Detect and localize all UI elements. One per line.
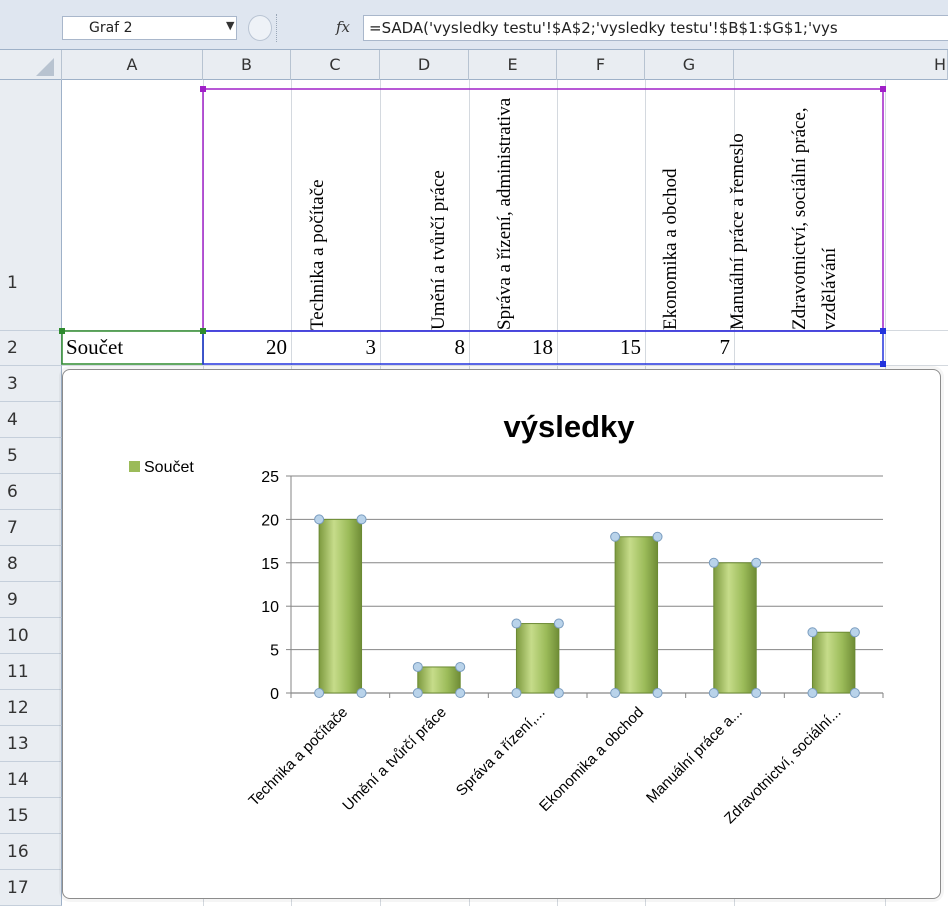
row-header-11[interactable]: 11 — [0, 654, 62, 690]
y-tick-label: 5 — [270, 643, 279, 660]
row-header-4[interactable]: 4 — [0, 402, 62, 438]
row-header-5[interactable]: 5 — [0, 438, 62, 474]
y-tick-label: 0 — [270, 686, 279, 703]
selection-handle[interactable] — [412, 661, 423, 672]
cell-f1[interactable]: Manuální práce a řemeslo — [667, 84, 755, 330]
cell-b2[interactable]: 20 — [203, 331, 291, 364]
row-header-3[interactable]: 3 — [0, 366, 62, 402]
y-tick-label: 10 — [261, 599, 279, 616]
column-headers: A B C D E F G H — [0, 49, 948, 80]
selection-handle[interactable] — [455, 661, 466, 672]
heading-sprava: Správa a řízení, administrativa — [494, 97, 515, 330]
x-tick-label: Správa a řízení,... — [453, 704, 549, 800]
chart[interactable]: výsledky Součet 0 5 10 15 20 25 Technika a poč… — [62, 369, 941, 899]
heading-manualni: Manuální práce a řemeslo — [727, 133, 748, 330]
column-header-a[interactable]: A — [62, 50, 203, 80]
cell-c2[interactable]: 3 — [291, 331, 380, 364]
row-header-12[interactable]: 12 — [0, 690, 62, 726]
row-header-17[interactable]: 17 — [0, 870, 62, 906]
bar-4[interactable] — [614, 536, 659, 694]
selection-handle[interactable] — [455, 688, 466, 698]
name-box-dropdown-icon[interactable]: ▼ — [226, 19, 234, 32]
selection-handle[interactable] — [511, 688, 522, 698]
selection-handle[interactable] — [807, 627, 818, 638]
selection-handle[interactable] — [610, 688, 621, 698]
cell-f2[interactable]: 15 — [557, 331, 645, 364]
bar-2[interactable] — [417, 666, 461, 694]
selection-handle[interactable] — [511, 618, 522, 629]
selection-handle[interactable] — [751, 688, 762, 698]
x-tick-label: Zdravotnictví, sociální... — [721, 704, 844, 827]
row-header-9[interactable]: 9 — [0, 582, 62, 618]
grid-line — [62, 365, 948, 366]
cell-d1[interactable]: Správa a řízení, administrativa — [434, 84, 522, 330]
row-header-7[interactable]: 7 — [0, 510, 62, 546]
row-header-8[interactable]: 8 — [0, 546, 62, 582]
x-tick-label: Technika a počítače — [245, 704, 351, 810]
cell-e2[interactable]: 18 — [469, 331, 557, 364]
y-tick-label: 15 — [261, 556, 279, 573]
selection-handle[interactable] — [849, 627, 860, 638]
y-tick-label: 20 — [261, 512, 279, 529]
chart-title[interactable]: výsledky — [504, 409, 636, 444]
row-header-1[interactable]: 1 — [0, 80, 62, 331]
selection-handle[interactable] — [356, 688, 367, 698]
row-header-10[interactable]: 10 — [0, 618, 62, 654]
selection-handle[interactable] — [708, 557, 719, 568]
row-header-14[interactable]: 14 — [0, 762, 62, 798]
heading-technika: Technika a počítače — [307, 179, 328, 330]
cell-b1[interactable]: Technika a počítače — [247, 84, 335, 330]
formula-bar: Graf 2 ▼ fx =SADA('vysledky testu'!$A$2;… — [0, 0, 948, 49]
formula-bar-separator — [276, 14, 277, 42]
bar-1[interactable] — [318, 518, 363, 694]
x-tick-label: Umění a tvůrčí práce — [339, 704, 449, 814]
cell-g2[interactable]: 7 — [645, 331, 734, 364]
selection-handle[interactable] — [314, 514, 325, 525]
selection-handle[interactable] — [610, 531, 621, 542]
selection-handle[interactable] — [652, 688, 663, 698]
selection-handle[interactable] — [751, 557, 762, 568]
column-header-e[interactable]: E — [469, 50, 557, 80]
bar-3[interactable] — [515, 623, 560, 694]
column-header-d[interactable]: D — [380, 50, 469, 80]
name-box[interactable]: Graf 2 — [62, 16, 237, 40]
legend-label[interactable]: Součet — [144, 459, 194, 476]
cell-a2[interactable]: Součet — [62, 331, 203, 364]
insert-function-icon[interactable]: fx — [336, 18, 350, 36]
formula-input[interactable]: =SADA('vysledky testu'!$A$2;'vysledky te… — [363, 15, 948, 41]
legend-swatch — [129, 461, 140, 472]
selection-handle[interactable] — [553, 618, 564, 629]
column-header-g[interactable]: G — [645, 50, 734, 80]
cell-d2[interactable]: 8 — [380, 331, 469, 364]
row-header-2[interactable]: 2 — [0, 331, 62, 366]
selection-handle[interactable] — [652, 531, 663, 542]
heading-zdravotnictvi: Zdravotnictví, sociální práce, vzděláván… — [789, 107, 840, 330]
row-header-15[interactable]: 15 — [0, 798, 62, 834]
row-header-16[interactable]: 16 — [0, 834, 62, 870]
formula-bar-expand-icon[interactable] — [248, 15, 272, 41]
selection-handle[interactable] — [314, 688, 325, 698]
column-header-h[interactable]: H — [734, 50, 948, 80]
x-tick-label: Ekonomika a obchod — [536, 704, 647, 815]
select-all-button[interactable] — [0, 50, 62, 80]
x-tick-label: Manuální práce a... — [643, 704, 746, 807]
selection-handle[interactable] — [807, 688, 818, 698]
row-header-13[interactable]: 13 — [0, 726, 62, 762]
bar-5[interactable] — [713, 562, 757, 694]
row-header-6[interactable]: 6 — [0, 474, 62, 510]
column-header-c[interactable]: C — [291, 50, 380, 80]
selection-handle[interactable] — [849, 688, 860, 698]
selection-handle[interactable] — [708, 688, 719, 698]
column-header-b[interactable]: B — [203, 50, 291, 80]
selection-handle[interactable] — [356, 514, 367, 525]
selection-handle[interactable] — [553, 688, 564, 698]
bar-6[interactable] — [811, 631, 856, 694]
column-header-f[interactable]: F — [557, 50, 645, 80]
selection-handle[interactable] — [412, 688, 423, 698]
cell-g1[interactable]: Zdravotnictví, sociální práce, vzděláván… — [759, 84, 847, 330]
y-tick-label: 25 — [261, 469, 279, 486]
chart-canvas: výsledky Součet 0 5 10 15 20 25 Technika a poč… — [129, 409, 884, 827]
